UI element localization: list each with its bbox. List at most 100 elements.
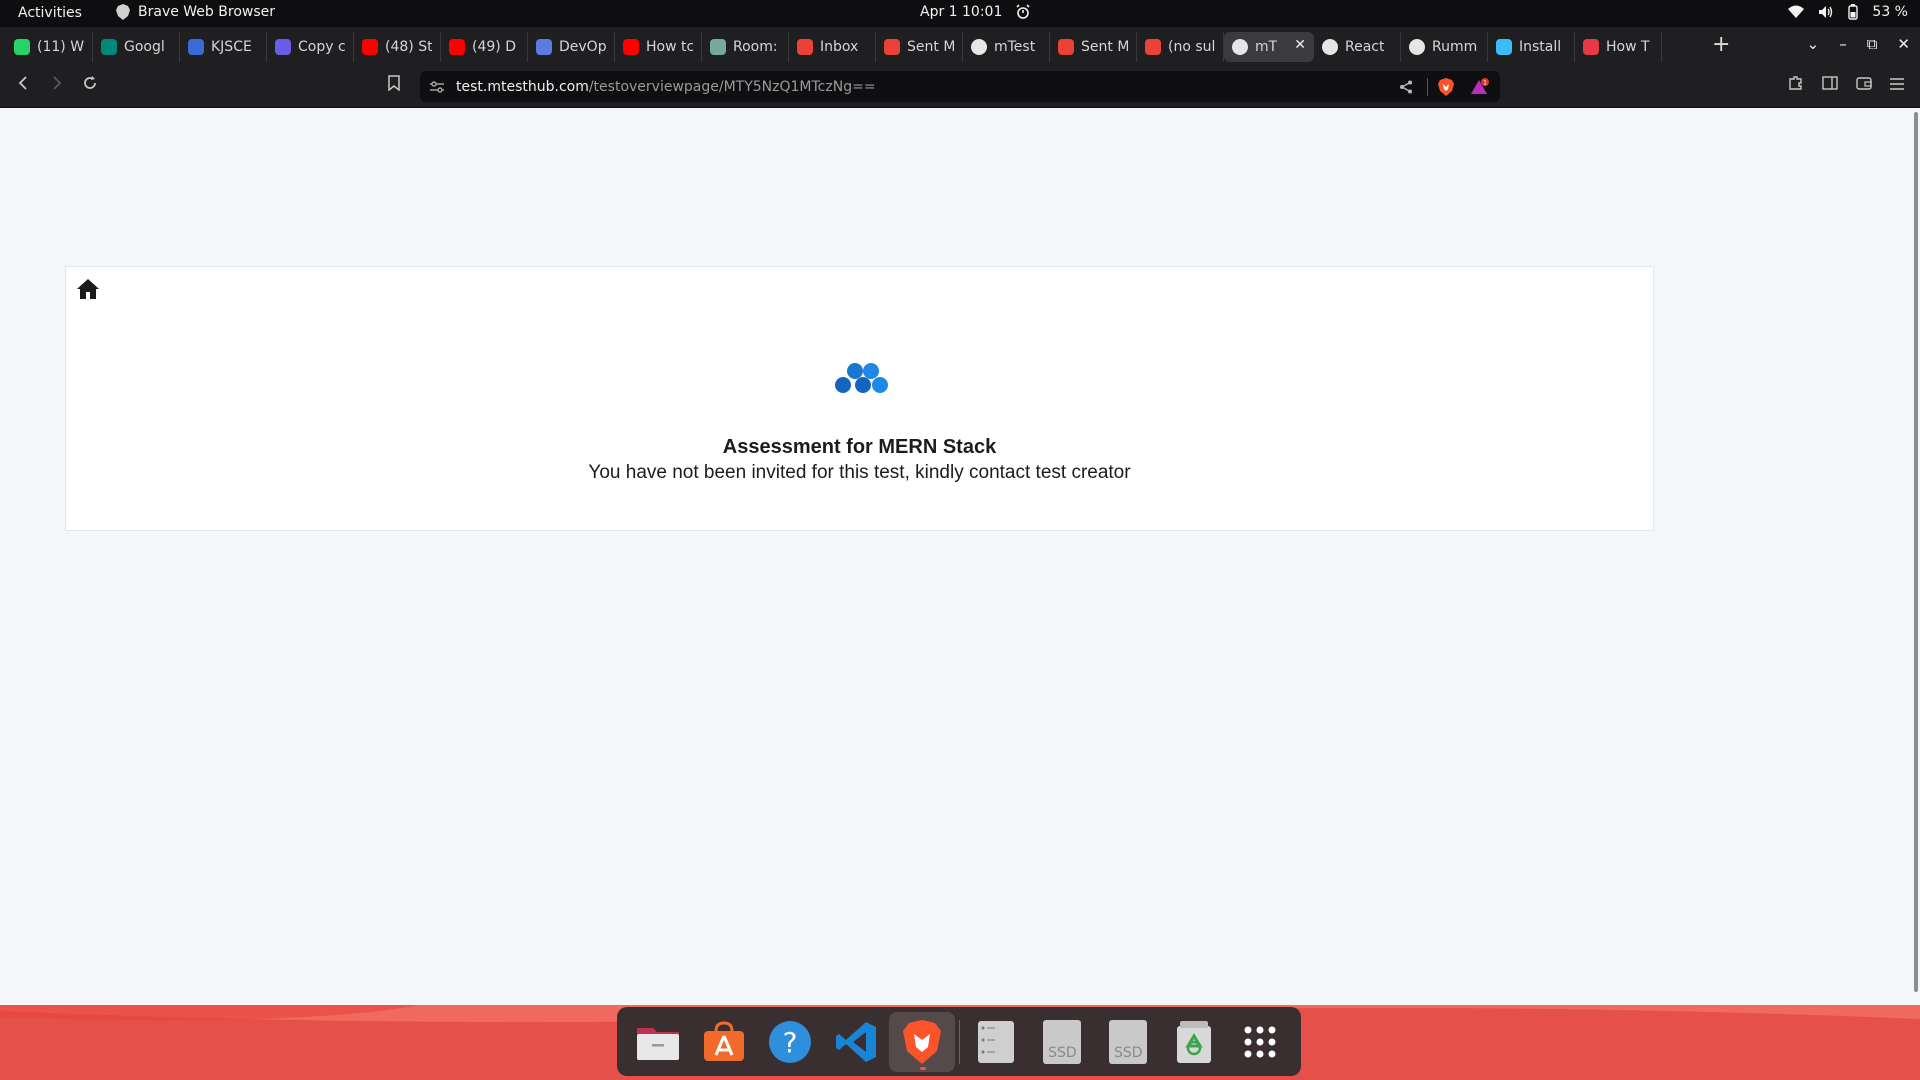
tab-0[interactable]: (11) W	[6, 32, 93, 62]
tab-18[interactable]: How T	[1575, 32, 1662, 62]
ssd-label: SSD	[1113, 1044, 1143, 1061]
tab-title: DevOp	[559, 39, 606, 55]
tab-11[interactable]: mTest	[963, 32, 1050, 62]
volume-icon	[1819, 6, 1833, 18]
dock-trash[interactable]	[1161, 1012, 1227, 1072]
brave-small-icon	[116, 4, 130, 20]
tab-title: React	[1345, 39, 1385, 55]
tab-10[interactable]: Sent M	[876, 32, 963, 62]
brave-rewards-icon[interactable]: 1	[1470, 77, 1490, 96]
tab-16[interactable]: Rumm	[1401, 32, 1488, 62]
clock-button[interactable]: Apr 1 10:01	[920, 4, 1030, 20]
activities-button[interactable]: Activities	[18, 5, 82, 21]
tab-title: Sent M	[1081, 39, 1128, 55]
sidebar-button[interactable]	[1822, 75, 1838, 96]
window-controls: ⌄ – ⧉ ✕	[1807, 35, 1910, 53]
tab-title: (no sul	[1168, 39, 1215, 55]
bookmark-blue-icon	[188, 39, 204, 55]
wallet-button[interactable]	[1856, 75, 1872, 96]
address-bar[interactable]: test.mtesthub.com/testoverviewpage/MTY5N…	[420, 71, 1500, 102]
dock-brave[interactable]	[888, 1011, 955, 1072]
tab-1[interactable]: Googl	[93, 32, 180, 62]
tab-17[interactable]: Install	[1488, 32, 1575, 62]
dock-app-center[interactable]	[691, 1012, 757, 1072]
forward-button[interactable]	[50, 75, 64, 96]
app-name: Brave Web Browser	[138, 4, 275, 20]
wallet-icon	[1856, 77, 1872, 90]
dock: ? SSD SSD	[617, 1007, 1301, 1076]
tab-title: Room:	[733, 39, 778, 55]
not-invited-message: You have not been invited for this test,…	[588, 462, 1131, 483]
globe-icon	[1232, 39, 1248, 55]
bookmark-icon	[388, 75, 400, 92]
dock-drive-1[interactable]	[964, 1012, 1030, 1072]
browser-toolbar: test.mtesthub.com/testoverviewpage/MTY5N…	[0, 66, 1920, 108]
tab-9[interactable]: Inbox	[789, 32, 876, 62]
app-store-bag-icon	[703, 1020, 744, 1061]
dock-ssd-1[interactable]: SSD	[1029, 1012, 1095, 1072]
tab-12[interactable]: Sent M	[1050, 32, 1137, 62]
alarm-icon	[1016, 4, 1030, 19]
chatgpt-icon	[710, 39, 726, 55]
app-menu[interactable]: Brave Web Browser	[116, 4, 275, 20]
tab-6[interactable]: DevOp	[528, 32, 615, 62]
svg-text:1: 1	[1483, 79, 1487, 86]
whatsapp-icon	[14, 39, 30, 55]
scrollbar[interactable]	[1914, 112, 1918, 992]
tab-title: (49) D	[472, 39, 516, 55]
dock-separator	[958, 1019, 960, 1064]
tab-title: KJSCE	[211, 39, 252, 55]
tab-2[interactable]: KJSCE	[180, 32, 267, 62]
bookmark-button[interactable]	[388, 75, 400, 96]
tab-title: Googl	[124, 39, 165, 55]
tab-8[interactable]: Room:	[702, 32, 789, 62]
back-button[interactable]	[16, 75, 30, 96]
back-arrow-icon	[18, 76, 27, 90]
close-window-button[interactable]: ✕	[1897, 35, 1910, 53]
new-tab-button[interactable]: +	[1712, 34, 1730, 56]
sidebar-icon	[1822, 76, 1838, 90]
tab-15[interactable]: React	[1314, 32, 1401, 62]
share-icon[interactable]	[1399, 80, 1413, 94]
menu-button[interactable]	[1890, 75, 1904, 96]
gmail-icon	[1145, 39, 1161, 55]
tab-5[interactable]: (49) D	[441, 32, 528, 62]
running-indicator	[919, 1066, 926, 1070]
wifi-icon	[1788, 5, 1805, 18]
ssd-label: SSD	[1048, 1044, 1077, 1061]
minimize-button[interactable]: –	[1839, 35, 1847, 53]
gmail-icon	[1058, 39, 1074, 55]
extensions-button[interactable]	[1788, 75, 1804, 96]
drive-icon	[275, 39, 291, 55]
page-viewport: Assessment for MERN Stack You have not b…	[0, 108, 1920, 1005]
tab-13[interactable]: (no sul	[1137, 32, 1224, 62]
tab-list: (11) W Googl KJSCE Copy c (48) St (49) D DevOp…	[6, 32, 1662, 62]
dock-help[interactable]: ?	[757, 1012, 823, 1072]
clock-text: Apr 1 10:01	[920, 4, 1003, 20]
drive-icon	[978, 1020, 1015, 1063]
tab-title: Rumm	[1432, 39, 1478, 55]
tab-14[interactable]: mT ✕	[1224, 32, 1314, 62]
tab-title: mT	[1255, 39, 1278, 55]
reload-button[interactable]	[82, 75, 98, 96]
site-settings-icon[interactable]	[430, 80, 444, 93]
image-icon	[536, 39, 552, 55]
restore-button[interactable]: ⧉	[1867, 35, 1878, 53]
tab-title: Copy c	[298, 39, 345, 55]
brave-shields-icon[interactable]	[1438, 77, 1454, 96]
google-meet-icon	[101, 39, 117, 55]
dock-show-apps[interactable]	[1227, 1012, 1293, 1072]
home-icon[interactable]	[76, 277, 100, 301]
dock-files[interactable]	[625, 1012, 691, 1072]
dock-vscode[interactable]	[823, 1012, 889, 1072]
tab-7[interactable]: How tc	[615, 32, 702, 62]
puzzle-icon	[1789, 76, 1802, 90]
test-overview-card: Assessment for MERN Stack You have not b…	[65, 266, 1654, 531]
tab-4[interactable]: (48) St	[354, 32, 441, 62]
tab-search-icon[interactable]: ⌄	[1807, 35, 1820, 53]
close-tab-icon[interactable]: ✕	[1294, 37, 1306, 53]
youtube-icon	[362, 39, 378, 55]
dock-ssd-2[interactable]: SSD	[1095, 1012, 1161, 1072]
system-tray[interactable]: 53 %	[1788, 4, 1908, 20]
tab-3[interactable]: Copy c	[267, 32, 354, 62]
